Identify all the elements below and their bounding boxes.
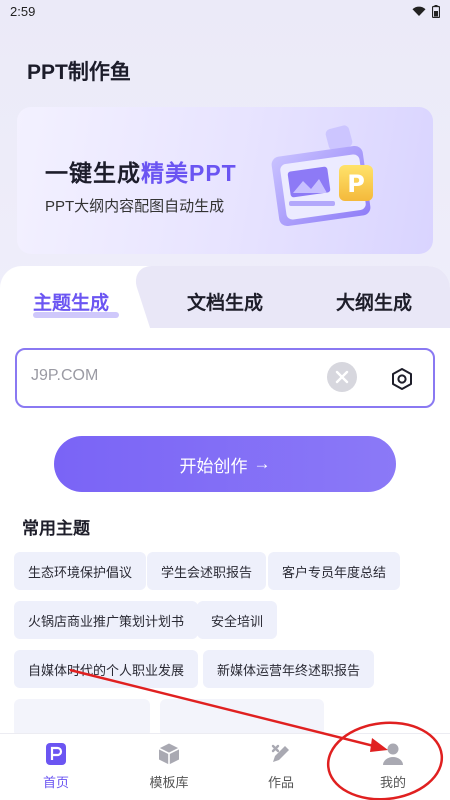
ppt-illustration: P bbox=[271, 125, 373, 227]
nav-templates[interactable]: 模板库 bbox=[129, 742, 209, 791]
banner-title: 一键生成精美PPT bbox=[45, 154, 237, 188]
topic-input[interactable]: J9P.COM bbox=[31, 367, 98, 385]
common-topics-title: 常用主题 bbox=[22, 519, 90, 538]
status-bar: 2:59 bbox=[0, 0, 450, 22]
topic-input-box[interactable]: J9P.COM bbox=[15, 348, 435, 408]
bottom-navigation: 首页 模板库 作品 我的 bbox=[0, 733, 450, 800]
banner-subtitle: PPT大纲内容配图自动生成 bbox=[45, 198, 225, 215]
topic-chip[interactable]: 生态环境保护倡议 bbox=[14, 552, 147, 590]
cube-icon bbox=[158, 743, 180, 765]
creation-panel: 主题生成 文档生成 大纲生成 J9P.COM 开始创作 → 常用主题 生态环境保… bbox=[0, 266, 450, 737]
arrow-right-icon: → bbox=[253, 454, 271, 473]
tab-strip: 主题生成 文档生成 大纲生成 bbox=[0, 266, 450, 328]
app-title: PPT制作鱼 bbox=[27, 61, 131, 84]
nav-works[interactable]: 作品 bbox=[241, 742, 321, 791]
nav-templates-label: 模板库 bbox=[149, 775, 189, 790]
tab-outline-generate[interactable]: 大纲生成 bbox=[336, 288, 412, 315]
battery-icon bbox=[432, 4, 440, 18]
close-icon bbox=[335, 370, 349, 384]
topic-chip-partial[interactable] bbox=[14, 699, 150, 737]
topic-chip[interactable]: 自媒体时代的个人职业发展 bbox=[14, 650, 199, 688]
nav-profile-label: 我的 bbox=[379, 775, 406, 790]
wifi-icon bbox=[412, 6, 426, 16]
topic-chip[interactable]: 火锅店商业推广策划计划书 bbox=[14, 601, 199, 639]
topic-chip-partial[interactable] bbox=[160, 699, 324, 737]
hexagon-settings-icon bbox=[392, 368, 412, 390]
nav-works-label: 作品 bbox=[267, 775, 294, 790]
banner-title-prefix: 一键生成 bbox=[45, 160, 141, 186]
promo-banner[interactable]: 一键生成精美PPT PPT大纲内容配图自动生成 P bbox=[17, 107, 433, 254]
active-tab-underline bbox=[33, 312, 119, 318]
nav-home-label: 首页 bbox=[42, 775, 69, 790]
settings-button[interactable] bbox=[387, 364, 417, 394]
banner-title-accent: 精美PPT bbox=[141, 160, 237, 186]
topic-chip[interactable]: 学生会述职报告 bbox=[147, 552, 267, 590]
tab-document-generate[interactable]: 文档生成 bbox=[187, 288, 263, 315]
profile-icon bbox=[383, 743, 403, 765]
topic-chip[interactable]: 安全培训 bbox=[197, 601, 278, 639]
status-icons bbox=[412, 4, 440, 18]
home-icon bbox=[46, 743, 66, 765]
banner-art-letter: P bbox=[347, 170, 365, 198]
nav-home[interactable]: 首页 bbox=[16, 742, 96, 791]
nav-profile[interactable]: 我的 bbox=[353, 742, 433, 791]
topic-chip[interactable]: 新媒体运营年终述职报告 bbox=[203, 650, 375, 688]
topic-chip[interactable]: 客户专员年度总结 bbox=[268, 552, 401, 590]
clear-input-button[interactable] bbox=[327, 362, 357, 392]
status-time: 2:59 bbox=[10, 3, 36, 19]
start-create-label: 开始创作 bbox=[179, 456, 248, 476]
start-create-button[interactable]: 开始创作 → bbox=[54, 436, 396, 492]
works-icon bbox=[271, 744, 289, 762]
tab-theme-generate[interactable]: 主题生成 bbox=[33, 288, 109, 315]
